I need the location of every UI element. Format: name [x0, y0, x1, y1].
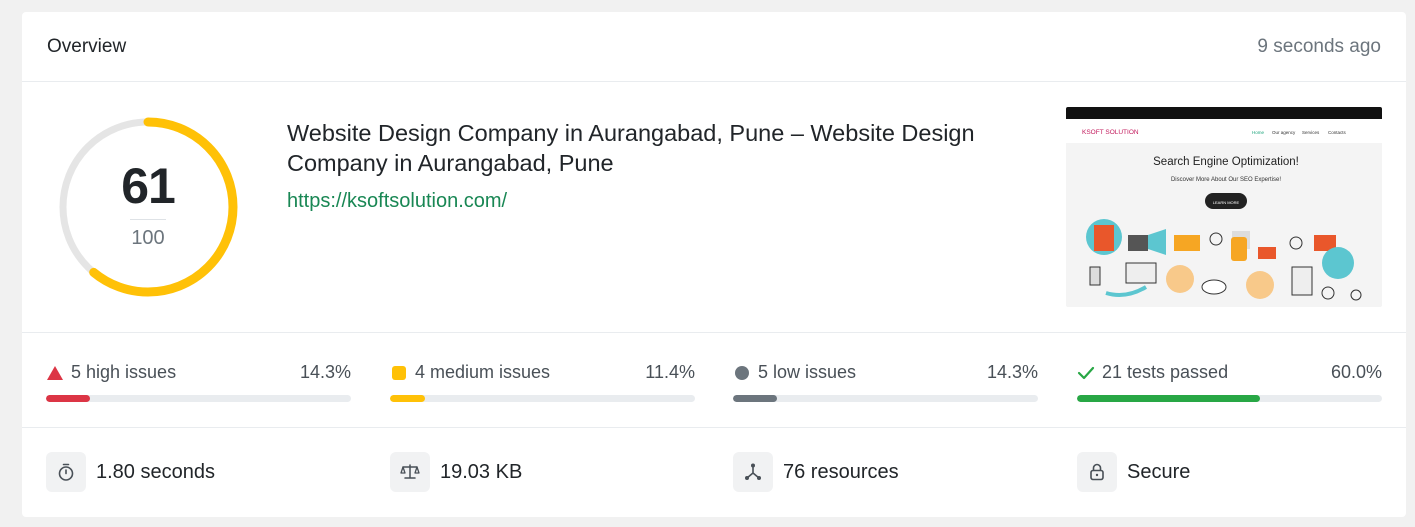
- load-time-value: 1.80 seconds: [96, 461, 215, 483]
- circle-icon: [735, 366, 749, 380]
- thumb-subheading: Discover More About Our SEO Expertise!: [1171, 177, 1281, 183]
- tests-passed-bar-fill: [1077, 395, 1260, 402]
- issue-medium-label: 4 medium issues: [415, 362, 551, 382]
- score-gauge: 61 100: [58, 117, 238, 297]
- overview-card: Overview 9 seconds ago 61 100 Website De…: [22, 12, 1406, 517]
- thumb-heading: Search Engine Optimization!: [1153, 156, 1299, 168]
- thumb-button: LEARN MORE: [1213, 200, 1240, 205]
- thumb-nav-2: Services: [1302, 130, 1320, 135]
- issue-medium-bar: [390, 395, 695, 402]
- issue-medium: 4 medium issues 11.4%: [390, 361, 695, 406]
- stopwatch-icon: [46, 452, 86, 492]
- issue-medium-bar-fill: [390, 395, 425, 402]
- score-max: 100: [131, 227, 165, 249]
- square-icon: [392, 366, 406, 380]
- summary-section: 61 100 Website Design Company in Auranga…: [22, 82, 1406, 333]
- issue-low-percent: 14.3%: [986, 362, 1038, 382]
- score-value: 61: [121, 158, 176, 214]
- lock-icon: [1077, 452, 1117, 492]
- triangle-icon: [47, 366, 63, 380]
- website-screenshot: KSOFT SOLUTION Home Our agency Services …: [1066, 107, 1382, 307]
- issue-high-label: 5 high issues: [71, 362, 177, 382]
- tests-passed-percent: 60.0%: [1330, 362, 1382, 382]
- thumb-nav-1: Our agency: [1272, 130, 1296, 135]
- check-icon: [1077, 366, 1095, 380]
- issue-low-bar: [733, 395, 1038, 402]
- thumb-nav-0: Home: [1252, 130, 1265, 135]
- issue-high-bar: [46, 395, 351, 402]
- card-title: Overview: [47, 36, 127, 57]
- issue-low-bar-fill: [733, 395, 777, 402]
- page-title: Website Design Company in Aurangabad, Pu…: [287, 120, 975, 176]
- card-header: Overview 9 seconds ago: [22, 12, 1406, 82]
- metrics-section: 1.80 seconds 19.03 KB 76 resources Secur…: [22, 428, 1406, 517]
- score-divider: [130, 219, 166, 220]
- report-time: 9 seconds ago: [1257, 36, 1381, 57]
- issue-high-percent: 14.3%: [299, 362, 351, 382]
- site-url-link[interactable]: https://ksoftsolution.com/: [287, 190, 507, 213]
- issue-high: 5 high issues 14.3%: [46, 361, 351, 406]
- tests-passed-bar: [1077, 395, 1382, 402]
- page-size-value: 19.03 KB: [440, 461, 523, 483]
- scale-icon: [390, 452, 430, 492]
- tests-passed-label: 21 tests passed: [1102, 362, 1229, 382]
- issue-medium-percent: 11.4%: [645, 362, 695, 382]
- resources-value: 76 resources: [783, 461, 899, 483]
- issue-high-bar-fill: [46, 395, 90, 402]
- tests-passed: 21 tests passed 60.0%: [1077, 361, 1382, 406]
- security-value: Secure: [1127, 461, 1191, 483]
- thumb-logo: KSOFT SOLUTION: [1082, 129, 1139, 136]
- issues-section: 5 high issues 14.3% 4 medium issues 11.4…: [22, 333, 1406, 428]
- issue-low: 5 low issues 14.3%: [733, 361, 1038, 406]
- issue-low-label: 5 low issues: [758, 362, 857, 382]
- network-icon: [733, 452, 773, 492]
- thumb-nav-3: Contacts: [1328, 130, 1347, 135]
